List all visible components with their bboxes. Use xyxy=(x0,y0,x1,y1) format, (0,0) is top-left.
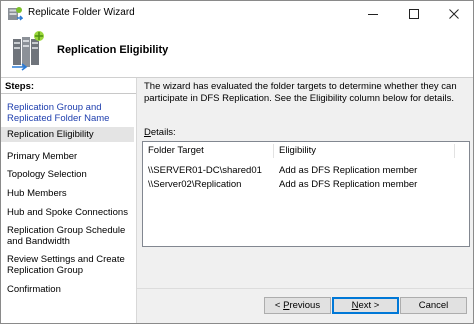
row-2-eligibility[interactable]: Add as DFS Replication member xyxy=(279,179,417,191)
app-icon xyxy=(8,7,23,21)
minimize-button[interactable] xyxy=(356,1,390,27)
main-panel: The wizard has evaluated the folder targ… xyxy=(137,78,473,288)
footer-divider xyxy=(137,288,473,289)
previous-button[interactable]: < Previous xyxy=(264,297,331,314)
intro-text: The wizard has evaluated the folder targ… xyxy=(144,81,457,104)
title-bar: Replicate Folder Wizard xyxy=(1,1,473,27)
previous-button-label: revious xyxy=(289,300,321,311)
minimize-icon xyxy=(368,14,378,15)
maximize-button[interactable] xyxy=(397,1,431,27)
row-2-folder-target[interactable]: \\Server02\Replication xyxy=(148,179,241,191)
previous-button-prefix: < xyxy=(274,300,284,311)
column-header-eligibility[interactable]: Eligibility xyxy=(279,145,316,161)
step-schedule-bandwidth: Replication Group Schedule and Bandwidth xyxy=(7,225,126,247)
close-icon xyxy=(449,9,459,19)
step-primary-member: Primary Member xyxy=(7,151,78,162)
row-1-folder-target[interactable]: \\SERVER01-DC\shared01 xyxy=(148,165,262,177)
step-confirmation: Confirmation xyxy=(7,284,61,295)
replication-wizard-icon xyxy=(12,31,44,71)
row-1-eligibility[interactable]: Add as DFS Replication member xyxy=(279,165,417,177)
column-divider[interactable] xyxy=(273,144,274,158)
details-label: Details: xyxy=(144,127,176,138)
wizard-header: Replication Eligibility xyxy=(1,27,473,78)
cancel-button[interactable]: Cancel xyxy=(400,297,467,314)
steps-heading: Steps: xyxy=(1,78,136,94)
wizard-window: Replicate Folder Wizard Replication Elig… xyxy=(0,0,474,324)
eligibility-list[interactable]: Folder Target Eligibility \\SERVER01-DC\… xyxy=(142,141,470,247)
window-title: Replicate Folder Wizard xyxy=(28,7,135,18)
step-hub-members: Hub Members xyxy=(7,188,67,199)
column-header-folder-target[interactable]: Folder Target xyxy=(148,145,204,161)
close-button[interactable] xyxy=(437,1,471,27)
next-button-label: ext > xyxy=(358,300,380,311)
steps-heading-label: Steps: xyxy=(5,81,35,92)
next-button[interactable]: Next > xyxy=(332,297,399,314)
column-divider[interactable] xyxy=(454,144,455,158)
step-review-settings: Review Settings and Create Replication G… xyxy=(7,254,125,276)
details-label-access-key: D xyxy=(144,127,151,138)
maximize-icon xyxy=(409,9,419,19)
step-replication-group-name[interactable]: Replication Group and Replicated Folder … xyxy=(1,102,134,124)
details-label-text: etails: xyxy=(150,127,176,138)
next-button-access-key: N xyxy=(351,300,359,311)
step-topology-selection: Topology Selection xyxy=(7,169,87,180)
steps-panel: Steps: Replication Group and Replicated … xyxy=(1,78,137,323)
step-hub-spoke-connections: Hub and Spoke Connections xyxy=(7,207,128,218)
page-title: Replication Eligibility xyxy=(57,44,169,56)
step-replication-eligibility: Replication Eligibility xyxy=(1,127,134,142)
